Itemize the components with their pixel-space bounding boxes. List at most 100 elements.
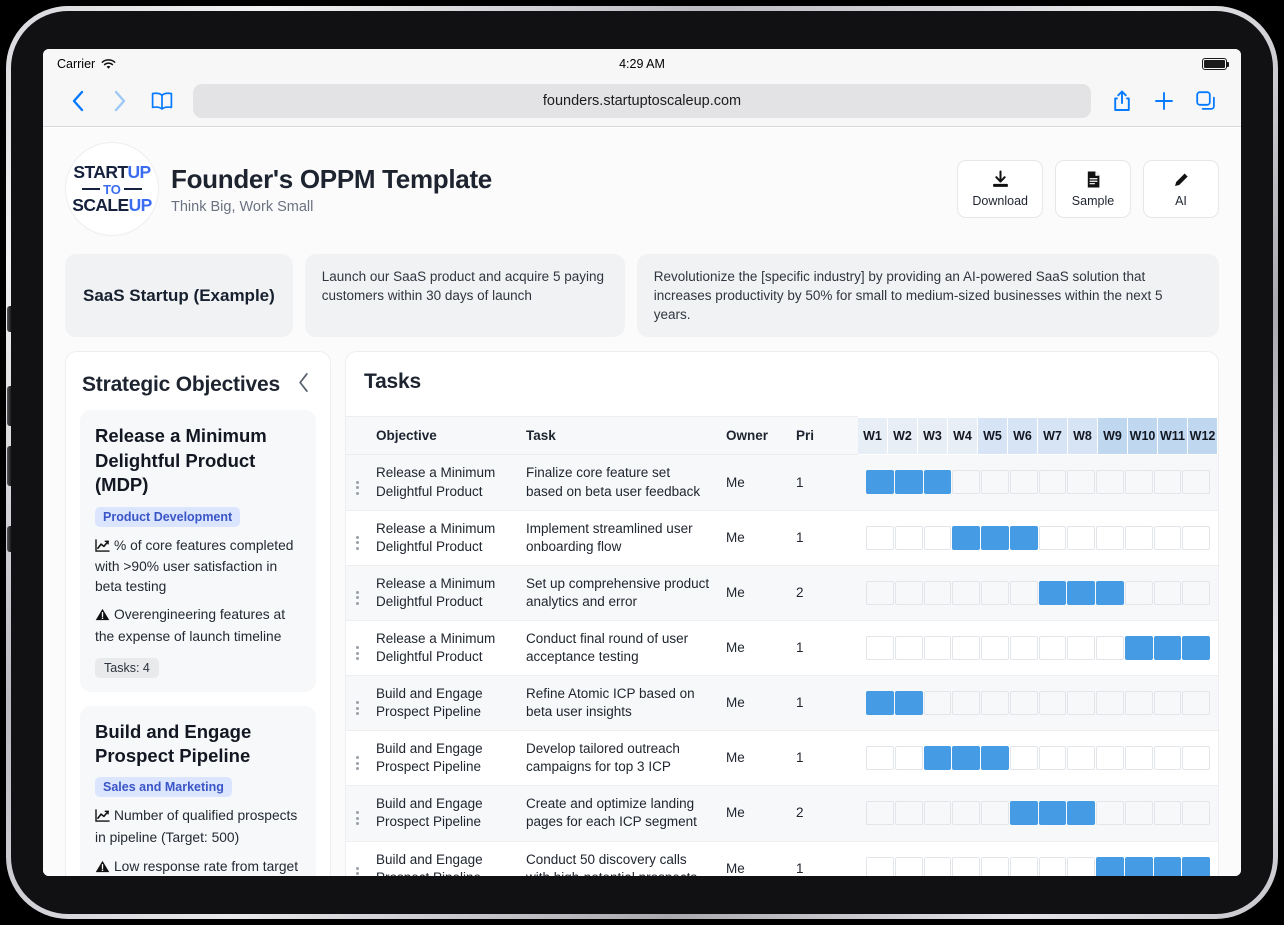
- gantt-cell-w6[interactable]: [1009, 746, 1038, 771]
- gantt-cell-w3[interactable]: [923, 525, 952, 550]
- gantt-cell-w7[interactable]: [1038, 746, 1067, 771]
- gantt-cell-w3[interactable]: [923, 746, 952, 771]
- drag-handle-icon[interactable]: [346, 510, 368, 566]
- gantt-cell-w2[interactable]: [894, 801, 923, 826]
- gantt-cell-w11[interactable]: [1153, 580, 1182, 605]
- gantt-cell-w1[interactable]: [866, 856, 894, 876]
- gantt-cell-w1[interactable]: [866, 746, 894, 771]
- gantt-cell-w12[interactable]: [1182, 580, 1210, 605]
- gantt-cell-w7[interactable]: [1038, 801, 1067, 826]
- gantt-cell-w4[interactable]: [952, 746, 980, 771]
- drag-handle-icon[interactable]: [346, 565, 368, 621]
- gantt-cell-w8[interactable]: [1067, 470, 1095, 495]
- table-row[interactable]: Release a Minimum Delightful Product Fina…: [346, 454, 1218, 511]
- cell-gantt[interactable]: [858, 620, 1218, 677]
- gantt-cell-w6[interactable]: [1009, 525, 1038, 550]
- gantt-cell-w2[interactable]: [894, 691, 923, 716]
- gantt-cell-w9[interactable]: [1096, 856, 1124, 876]
- gantt-cell-w10[interactable]: [1124, 525, 1153, 550]
- vision-box[interactable]: Revolutionize the [specific industry] by…: [636, 254, 1219, 338]
- gantt-cell-w12[interactable]: [1182, 525, 1210, 550]
- new-tab-button[interactable]: [1143, 84, 1185, 118]
- gantt-cell-w2[interactable]: [894, 580, 923, 605]
- share-button[interactable]: [1101, 84, 1143, 118]
- gantt-cell-w6[interactable]: [1009, 470, 1038, 495]
- cell-gantt[interactable]: [858, 730, 1218, 787]
- gantt-cell-w11[interactable]: [1153, 470, 1182, 495]
- gantt-cell-w12[interactable]: [1182, 691, 1210, 716]
- gantt-cell-w12[interactable]: [1182, 636, 1210, 661]
- gantt-cell-w4[interactable]: [952, 580, 980, 605]
- cell-gantt[interactable]: [858, 454, 1218, 511]
- gantt-cell-w10[interactable]: [1124, 801, 1153, 826]
- gantt-cell-w10[interactable]: [1124, 636, 1153, 661]
- gantt-cell-w7[interactable]: [1038, 580, 1067, 605]
- sample-button[interactable]: Sample: [1055, 160, 1131, 218]
- gantt-cell-w1[interactable]: [866, 801, 894, 826]
- gantt-cell-w8[interactable]: [1067, 580, 1095, 605]
- gantt-cell-w9[interactable]: [1096, 801, 1124, 826]
- gantt-cell-w3[interactable]: [923, 636, 952, 661]
- gantt-cell-w6[interactable]: [1009, 580, 1038, 605]
- gantt-cell-w8[interactable]: [1067, 801, 1095, 826]
- gantt-cell-w5[interactable]: [981, 636, 1009, 661]
- gantt-cell-w7[interactable]: [1038, 856, 1067, 876]
- gantt-cell-w12[interactable]: [1182, 746, 1210, 771]
- gantt-cell-w8[interactable]: [1067, 691, 1095, 716]
- table-row[interactable]: Release a Minimum Delightful Product Cond…: [346, 620, 1218, 677]
- gantt-cell-w2[interactable]: [894, 636, 923, 661]
- cell-gantt[interactable]: [858, 510, 1218, 566]
- gantt-cell-w1[interactable]: [866, 580, 894, 605]
- gantt-cell-w3[interactable]: [923, 691, 952, 716]
- drag-handle-icon[interactable]: [346, 841, 368, 876]
- gantt-cell-w4[interactable]: [952, 636, 980, 661]
- gantt-cell-w9[interactable]: [1096, 691, 1124, 716]
- gantt-cell-w7[interactable]: [1038, 636, 1067, 661]
- table-row[interactable]: Release a Minimum Delightful Product Set …: [346, 565, 1218, 621]
- gantt-cell-w3[interactable]: [923, 580, 952, 605]
- gantt-cell-w1[interactable]: [866, 636, 894, 661]
- gantt-cell-w8[interactable]: [1067, 746, 1095, 771]
- gantt-cell-w12[interactable]: [1182, 801, 1210, 826]
- gantt-cell-w7[interactable]: [1038, 691, 1067, 716]
- gantt-cell-w4[interactable]: [952, 691, 980, 716]
- back-button[interactable]: [57, 84, 99, 118]
- show-tabs-button[interactable]: [1185, 84, 1227, 118]
- gantt-cell-w1[interactable]: [866, 470, 894, 495]
- company-selector[interactable]: SaaS Startup (Example): [65, 254, 293, 338]
- drag-handle-icon[interactable]: [346, 620, 368, 677]
- gantt-cell-w11[interactable]: [1153, 801, 1182, 826]
- cell-gantt[interactable]: [858, 841, 1218, 876]
- gantt-cell-w10[interactable]: [1124, 470, 1153, 495]
- table-row[interactable]: Build and Engage Prospect Pipeline Refine…: [346, 675, 1218, 732]
- gantt-cell-w8[interactable]: [1067, 636, 1095, 661]
- gantt-cell-w5[interactable]: [981, 746, 1009, 771]
- gantt-cell-w5[interactable]: [981, 691, 1009, 716]
- gantt-cell-w6[interactable]: [1009, 856, 1038, 876]
- gantt-cell-w7[interactable]: [1038, 470, 1067, 495]
- column-header-pri[interactable]: Pri: [788, 416, 858, 456]
- gantt-cell-w2[interactable]: [894, 470, 923, 495]
- table-row[interactable]: Build and Engage Prospect PipelineConduc…: [346, 841, 1218, 876]
- gantt-cell-w7[interactable]: [1038, 525, 1067, 550]
- ai-button[interactable]: AI: [1143, 160, 1219, 218]
- gantt-cell-w11[interactable]: [1153, 636, 1182, 661]
- gantt-cell-w11[interactable]: [1153, 746, 1182, 771]
- gantt-cell-w9[interactable]: [1096, 470, 1124, 495]
- download-button[interactable]: Download: [957, 160, 1043, 218]
- gantt-cell-w5[interactable]: [981, 856, 1009, 876]
- gantt-cell-w3[interactable]: [923, 470, 952, 495]
- column-header-task[interactable]: Task: [518, 416, 718, 456]
- cell-gantt[interactable]: [858, 565, 1218, 621]
- gantt-cell-w10[interactable]: [1124, 691, 1153, 716]
- gantt-cell-w9[interactable]: [1096, 525, 1124, 550]
- cell-gantt[interactable]: [858, 675, 1218, 732]
- drag-handle-icon[interactable]: [346, 730, 368, 787]
- gantt-cell-w10[interactable]: [1124, 746, 1153, 771]
- gantt-cell-w4[interactable]: [952, 856, 980, 876]
- gantt-cell-w9[interactable]: [1096, 636, 1124, 661]
- table-row[interactable]: Build and Engage Prospect Pipeline Create…: [346, 785, 1218, 842]
- goal-box[interactable]: Launch our SaaS product and acquire 5 pa…: [304, 254, 625, 338]
- gantt-cell-w10[interactable]: [1124, 856, 1153, 876]
- gantt-cell-w8[interactable]: [1067, 525, 1095, 550]
